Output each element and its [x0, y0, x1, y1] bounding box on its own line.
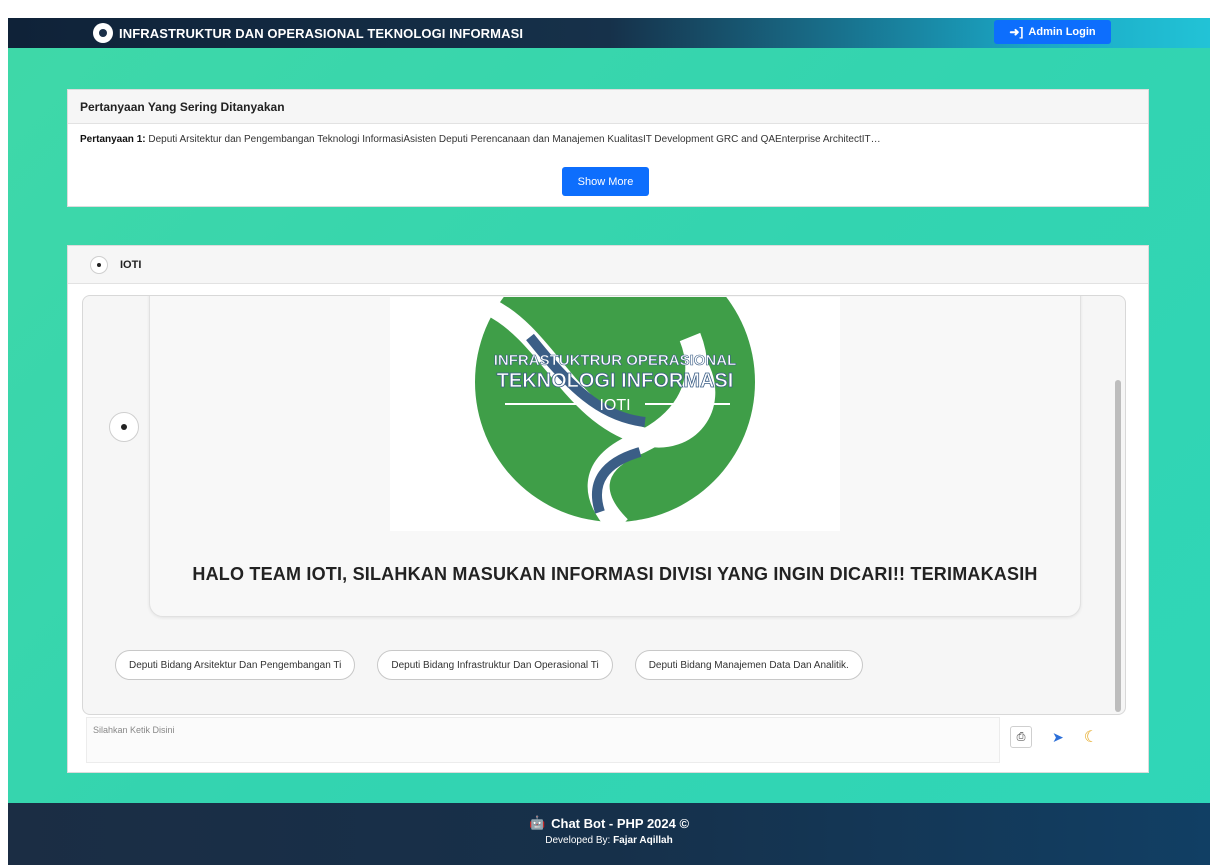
admin-login-label: Admin Login — [1028, 26, 1096, 38]
robot-icon: 🤖 — [528, 815, 546, 830]
footer-credit: Developed By: Fajar Aqillah — [8, 835, 1210, 846]
chat-title: IOTI — [120, 258, 142, 271]
ioti-logo-graphic: INFRASTUKTRUR OPERASIONAL TEKNOLOGI INFO… — [475, 297, 755, 531]
brand-title: INFRASTRUKTUR DAN OPERASIONAL TEKNOLOGI … — [119, 25, 524, 41]
footer-developer: Fajar Aqillah — [613, 835, 673, 846]
faq-card: Pertanyaan Yang Sering Ditanyakan Pertan… — [67, 89, 1149, 207]
chat-scrollbar[interactable] — [1115, 380, 1121, 712]
chip-arsitektur[interactable]: Deputi Bidang Arsitektur Dan Pengembanga… — [115, 650, 356, 680]
navbar: INFRASTRUKTUR DAN OPERASIONAL TEKNOLOGI … — [8, 18, 1210, 48]
footer-title: 🤖 Chat Bot - PHP 2024 © — [8, 815, 1210, 831]
logo-line1: INFRASTUKTRUR OPERASIONAL — [494, 352, 737, 369]
faq-question-text: Deputi Arsitektur dan Pengembangan Tekno… — [148, 134, 881, 145]
chip-manajemen-data[interactable]: Deputi Bidang Manajemen Data Dan Analiti… — [634, 650, 863, 680]
brand[interactable]: INFRASTRUKTUR DAN OPERASIONAL TEKNOLOGI … — [93, 23, 523, 43]
suggestion-chips: Deputi Bidang Arsitektur Dan Pengembanga… — [115, 650, 863, 680]
bot-message-bubble: INFRASTUKTRUR OPERASIONAL TEKNOLOGI INFO… — [149, 296, 1081, 617]
chat-header: IOTI — [68, 246, 1148, 284]
brand-logo-icon — [93, 23, 113, 43]
avatar — [90, 255, 108, 274]
login-arrow-icon: ➜] — [1009, 25, 1024, 39]
chat-card: IOTI INFRASTUKTRUR OPERASIONAL TEKNOLOGI… — [67, 245, 1149, 773]
faq-question: Pertanyaan 1: Deputi Arsitektur dan Peng… — [68, 124, 1148, 155]
logo-line2: TEKNOLOGI INFORMASI — [497, 370, 734, 392]
message-input[interactable]: Silahkan Ketik Disini — [86, 717, 1000, 763]
chip-infrastruktur[interactable]: Deputi Bidang Infrastruktur Dan Operasio… — [377, 650, 613, 680]
send-icon[interactable]: ➤ — [1052, 729, 1064, 746]
bot-message-text: HALO TEAM IOTI, SILAHKAN MASUKAN INFORMA… — [192, 564, 1038, 584]
footer-title-text: Chat Bot - PHP 2024 © — [551, 815, 690, 831]
input-tools: ⎙ ➤ ☾ — [1010, 726, 1098, 748]
bot-avatar — [109, 412, 139, 442]
show-more-button[interactable]: Show More — [562, 167, 649, 196]
chat-messages[interactable]: INFRASTUKTRUR OPERASIONAL TEKNOLOGI INFO… — [82, 295, 1126, 715]
moon-icon[interactable]: ☾ — [1084, 727, 1098, 747]
footer: 🤖 Chat Bot - PHP 2024 © Developed By: Fa… — [8, 803, 1210, 865]
footer-developed-label: Developed By: — [545, 835, 611, 846]
faq-question-label: Pertanyaan 1: — [80, 134, 146, 145]
faq-heading: Pertanyaan Yang Sering Ditanyakan — [68, 90, 1148, 124]
ioti-logo-image: INFRASTUKTRUR OPERASIONAL TEKNOLOGI INFO… — [390, 297, 840, 531]
printer-icon[interactable]: ⎙ — [1010, 726, 1032, 748]
admin-login-button[interactable]: ➜] Admin Login — [994, 20, 1111, 44]
logo-line3: IOTI — [599, 397, 630, 414]
app-window: INFRASTRUKTUR DAN OPERASIONAL TEKNOLOGI … — [8, 18, 1210, 865]
